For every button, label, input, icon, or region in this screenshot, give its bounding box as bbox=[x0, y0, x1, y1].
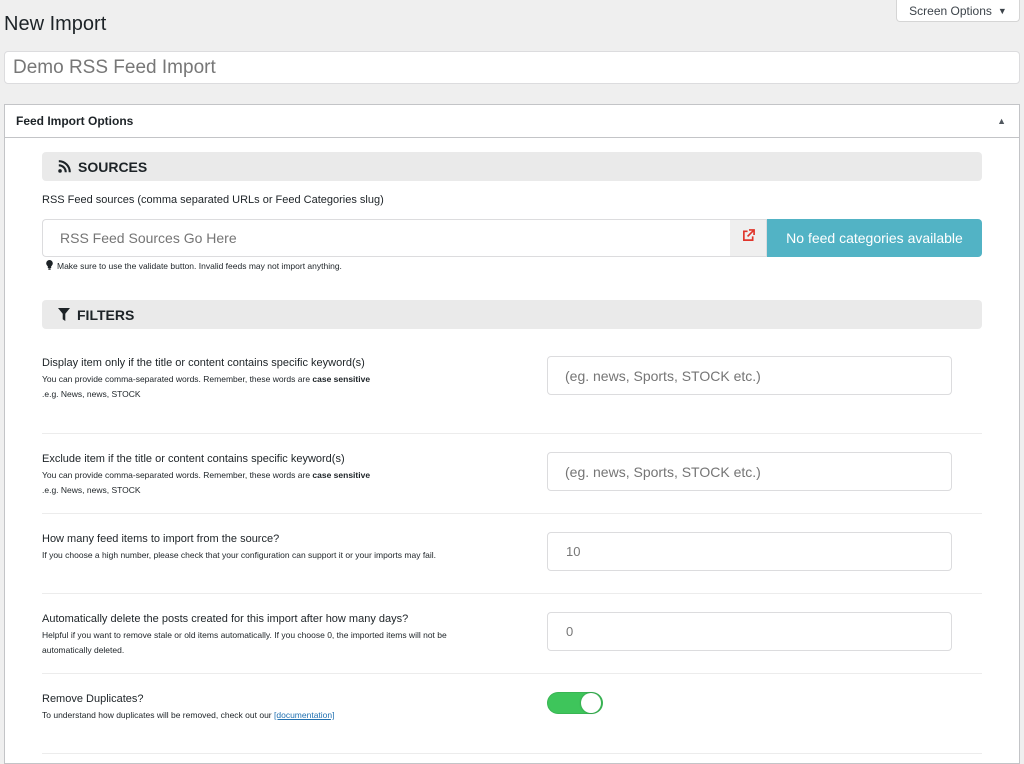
desc-bold: case sensitive bbox=[312, 470, 371, 480]
validate-feed-button[interactable] bbox=[730, 219, 767, 257]
auto-delete-desc: Helpful if you want to remove stale or o… bbox=[42, 630, 447, 655]
sources-input-group: No feed categories available bbox=[42, 219, 982, 257]
desc-text: You can provide comma-separated words. R… bbox=[42, 470, 313, 480]
sources-label: RSS Feed sources (comma separated URLs o… bbox=[42, 194, 384, 206]
desc-example: .e.g. News, news, STOCK bbox=[42, 389, 141, 399]
documentation-link[interactable]: [documentation] bbox=[274, 710, 334, 720]
include-keywords-label: Display item only if the title or conten… bbox=[42, 357, 365, 369]
filter-row-exclude-keywords: Exclude item if the title or content con… bbox=[42, 434, 982, 514]
feed-sources-input[interactable] bbox=[42, 219, 730, 257]
filter-row-remove-duplicates: Remove Duplicates? To understand how dup… bbox=[42, 674, 982, 754]
postbox-header[interactable]: Feed Import Options ▲ bbox=[5, 105, 1019, 138]
feed-categories-button[interactable]: No feed categories available bbox=[767, 219, 982, 257]
filter-row-include-keywords: Display item only if the title or conten… bbox=[42, 346, 982, 434]
filters-heading: FILTERS bbox=[77, 306, 135, 323]
page-title: New Import bbox=[4, 13, 107, 35]
exclude-keywords-input[interactable] bbox=[547, 452, 952, 491]
import-title-input[interactable] bbox=[4, 51, 1020, 84]
screen-options-button[interactable]: Screen Options ▼ bbox=[896, 0, 1020, 22]
filters-section-header: FILTERS bbox=[42, 300, 982, 329]
item-count-desc: If you choose a high number, please chec… bbox=[42, 550, 437, 560]
sources-section-header: SOURCES bbox=[42, 152, 982, 181]
screen-options-label: Screen Options bbox=[909, 3, 992, 18]
remove-duplicates-label: Remove Duplicates? bbox=[42, 693, 144, 705]
filter-row-item-count: How many feed items to import from the s… bbox=[42, 514, 982, 594]
toggle-knob bbox=[581, 693, 601, 713]
caret-down-icon: ▼ bbox=[997, 5, 1007, 16]
item-count-label: How many feed items to import from the s… bbox=[42, 533, 280, 545]
rss-icon bbox=[58, 160, 71, 173]
validate-hint: Make sure to use the validate button. In… bbox=[46, 260, 982, 272]
desc-text: To understand how duplicates will be rem… bbox=[42, 710, 274, 720]
validate-hint-text: Make sure to use the validate button. In… bbox=[57, 261, 342, 271]
filter-icon bbox=[58, 308, 70, 321]
postbox-inside: SOURCES RSS Feed sources (comma separate… bbox=[5, 152, 1019, 754]
item-count-input[interactable] bbox=[547, 532, 952, 571]
include-keywords-desc: You can provide comma-separated words. R… bbox=[42, 372, 462, 402]
desc-example: .e.g. News, news, STOCK bbox=[42, 485, 141, 495]
remove-duplicates-toggle[interactable] bbox=[547, 692, 603, 714]
collapse-arrow-icon[interactable]: ▲ bbox=[997, 116, 1008, 126]
external-link-icon bbox=[742, 229, 755, 247]
remove-duplicates-desc: To understand how duplicates will be rem… bbox=[42, 708, 462, 723]
include-keywords-input[interactable] bbox=[547, 356, 952, 395]
postbox-title: Feed Import Options bbox=[16, 114, 134, 128]
auto-delete-label: Automatically delete the posts created f… bbox=[42, 613, 409, 625]
sources-heading: SOURCES bbox=[78, 158, 148, 175]
exclude-keywords-label: Exclude item if the title or content con… bbox=[42, 453, 345, 465]
auto-delete-days-input[interactable] bbox=[547, 612, 952, 651]
lightbulb-icon bbox=[46, 260, 53, 272]
desc-text: You can provide comma-separated words. R… bbox=[42, 374, 313, 384]
feed-import-options-box: Feed Import Options ▲ SOURCES RSS Feed s… bbox=[4, 104, 1020, 764]
desc-bold: case sensitive bbox=[312, 374, 371, 384]
filter-row-auto-delete: Automatically delete the posts created f… bbox=[42, 594, 982, 674]
exclude-keywords-desc: You can provide comma-separated words. R… bbox=[42, 468, 462, 498]
